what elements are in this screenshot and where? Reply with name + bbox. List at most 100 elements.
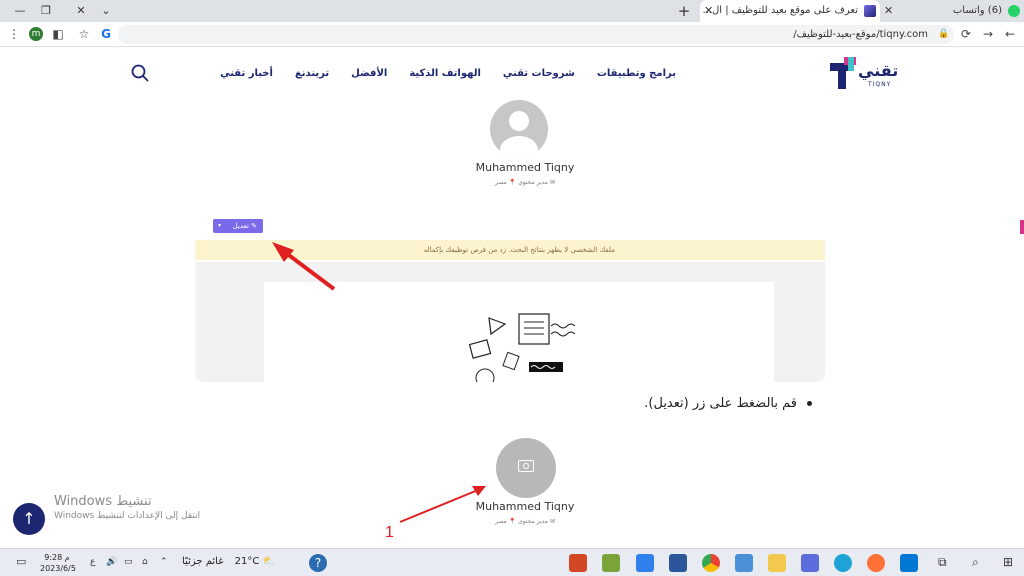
image-app-icon[interactable] <box>602 554 620 572</box>
main-nav: أخبار تقني تريندنغ الأفضل الهواتف الذكية… <box>220 48 676 98</box>
profile-name: Muhammed Tiqny <box>475 161 575 174</box>
new-tab-icon[interactable]: + <box>676 3 692 19</box>
volume-icon[interactable]: 🔊 <box>106 557 117 567</box>
profile-name: Muhammed Tiqny <box>475 500 575 513</box>
temperature: 21°C <box>234 556 260 567</box>
profile-role: مدير محتوى <box>518 179 549 186</box>
role-icon: ✉ <box>549 518 555 525</box>
nav-item-tutorials[interactable]: شروحات تقني <box>503 68 575 79</box>
profile-avatar[interactable]: m <box>29 27 43 41</box>
logo-mark-icon <box>830 57 856 89</box>
close-tab-icon[interactable]: ✕ <box>704 0 713 22</box>
network-icon[interactable]: ⌂ <box>142 557 148 567</box>
role-icon: ✉ <box>549 179 555 186</box>
close-tab-icon[interactable]: ✕ <box>884 0 893 22</box>
arrow-up-icon: ↑ <box>22 509 36 528</box>
forward-icon[interactable]: → <box>980 26 996 42</box>
edit-button-label: تعديل <box>232 222 249 230</box>
notifications-icon[interactable]: ▭ <box>16 555 26 568</box>
profile-location: مصر <box>495 179 507 186</box>
word-icon[interactable] <box>669 554 687 572</box>
empty-state-illustration-icon <box>469 313 576 382</box>
address-bar[interactable]: tiqny.com/موقع-بعيد-للتوظيف/ <box>118 25 954 44</box>
close-window-icon[interactable]: ✕ <box>73 3 89 19</box>
logo-subtext: TIQNY <box>868 81 892 88</box>
chrome-icon[interactable] <box>702 554 720 572</box>
tab-whatsapp[interactable]: (6) واتساب ✕ <box>880 0 1024 22</box>
user-avatar-icon <box>490 100 548 158</box>
menu-dots-icon[interactable]: ⋮ <box>6 26 22 42</box>
tab-strip: — ❐ ✕ ⌄ + تعرف على موقع بعيد للتوظيف | ا… <box>0 0 1024 22</box>
windows-taskbar: ▭ 9:28 م 2023/6/5 ع 🔊 ▭ ⌂ ⌃ ⛅ 21°C غائم … <box>0 548 1024 576</box>
bullet-dot <box>807 401 812 406</box>
watermark-subtitle: انتقل إلى الإعدادات لتنشيط Windows <box>54 511 201 521</box>
restore-icon[interactable]: ❐ <box>38 3 54 19</box>
tiqny-favicon-icon <box>864 5 876 17</box>
help-icon[interactable]: ? <box>309 554 327 572</box>
profile-screenshot-card: Muhammed Tiqny ✉ مدير محتوى 📍 مصر ملفك ا… <box>195 98 825 382</box>
instruction-bullet: قم بالضغط على زر (تعديل). <box>644 396 812 411</box>
file-explorer-icon[interactable] <box>768 554 786 572</box>
profile-meta: ✉ مدير محتوى 📍 مصر <box>425 518 625 525</box>
store-icon[interactable] <box>801 554 819 572</box>
windows-search-icon[interactable]: ⌕ <box>972 555 979 570</box>
empty-profile-panel <box>264 282 774 382</box>
article-content: Muhammed Tiqny ✉ مدير محتوى 📍 مصر ملفك ا… <box>0 98 1024 548</box>
download-app-icon[interactable] <box>735 554 753 572</box>
tab-active[interactable]: تعرف على موقع بعيد للتوظيف | ال... ✕ <box>700 0 880 22</box>
edit-profile-button[interactable]: ✎ تعديل ▾ <box>213 219 263 233</box>
input-language[interactable]: ع <box>90 557 95 567</box>
back-icon[interactable]: ← <box>1002 26 1018 42</box>
whatsapp-icon <box>1008 5 1020 17</box>
profile-screenshot-card-2: Muhammed Tiqny ✉ مدير محتوى 📍 مصر <box>195 428 825 548</box>
sidebar-icon[interactable]: ◧ <box>50 26 66 42</box>
lock-icon[interactable]: 🔒 <box>936 26 952 42</box>
tab-active-title: تعرف على موقع بعيد للتوظيف | ال... <box>702 5 859 16</box>
firefox-icon[interactable] <box>867 554 885 572</box>
nav-item-smartphones[interactable]: الهواتف الذكية <box>409 68 481 79</box>
search-icon[interactable] <box>131 64 149 82</box>
instruction-text: قم بالضغط على زر (تعديل). <box>644 396 797 411</box>
start-icon[interactable]: ⊞ <box>1003 555 1013 569</box>
caret-down-icon: ▾ <box>218 222 222 229</box>
url-text: tiqny.com/موقع-بعيد-للتوظيف/ <box>793 29 928 40</box>
minimize-icon[interactable]: — <box>12 3 28 19</box>
location-pin-icon: 📍 <box>508 179 517 186</box>
browser-toolbar: ⋮ m ◧ ☆ G tiqny.com/موقع-بعيد-للتوظيف/ 🔒… <box>0 22 1024 47</box>
profile-role: مدير محتوى <box>518 518 549 525</box>
mail-icon[interactable] <box>900 554 918 572</box>
windows-activation-watermark: تنشيط Windows انتقل إلى الإعدادات لتنشيط… <box>54 494 204 521</box>
edge-icon[interactable] <box>834 554 852 572</box>
pencil-icon: ✎ <box>251 222 257 230</box>
vscode-icon[interactable] <box>636 554 654 572</box>
site-logo[interactable]: تقني TIQNY <box>830 55 898 91</box>
profile-location: مصر <box>495 518 507 525</box>
side-marker <box>1020 220 1024 234</box>
show-hidden-icons-icon[interactable]: ⌃ <box>160 557 168 567</box>
nav-item-best[interactable]: الأفضل <box>351 68 387 79</box>
clock-date: 2023/6/5 <box>40 564 76 573</box>
reload-icon[interactable]: ⟳ <box>958 26 974 42</box>
profile-meta: ✉ مدير محتوى 📍 مصر <box>425 179 625 186</box>
nav-item-trending[interactable]: تريندنغ <box>295 68 329 79</box>
user-avatar-upload-icon <box>496 438 556 498</box>
location-pin-icon: 📍 <box>508 518 517 525</box>
google-icon[interactable]: G <box>98 26 114 42</box>
tab-search-icon[interactable]: ⌄ <box>98 3 114 19</box>
watermark-title: تنشيط Windows <box>54 494 152 509</box>
powerpoint-icon[interactable] <box>569 554 587 572</box>
battery-icon[interactable]: ▭ <box>124 557 133 567</box>
scroll-to-top-button[interactable]: ↑ <box>13 503 45 535</box>
profile-notice: ملفك الشخصي لا يظهر بنتائج البحث. زد من … <box>195 240 825 260</box>
weather-widget[interactable]: ⛅ 21°C غائم جزئيًا <box>182 556 275 567</box>
clock-time: 9:28 م <box>44 553 70 562</box>
weather-condition: غائم جزئيًا <box>182 556 224 567</box>
nav-item-tech-news[interactable]: أخبار تقني <box>220 68 273 79</box>
tab-whatsapp-title: (6) واتساب <box>952 5 1002 16</box>
logo-text: تقني <box>858 61 899 80</box>
nav-item-apps[interactable]: برامج وتطبيقات <box>597 68 676 79</box>
task-view-icon[interactable]: ⧉ <box>938 555 947 570</box>
site-header: تقني TIQNY أخبار تقني تريندنغ الأفضل اله… <box>0 48 1024 98</box>
bookmark-star-icon[interactable]: ☆ <box>76 26 92 42</box>
taskbar-clock[interactable]: 9:28 م 2023/6/5 <box>40 552 76 574</box>
